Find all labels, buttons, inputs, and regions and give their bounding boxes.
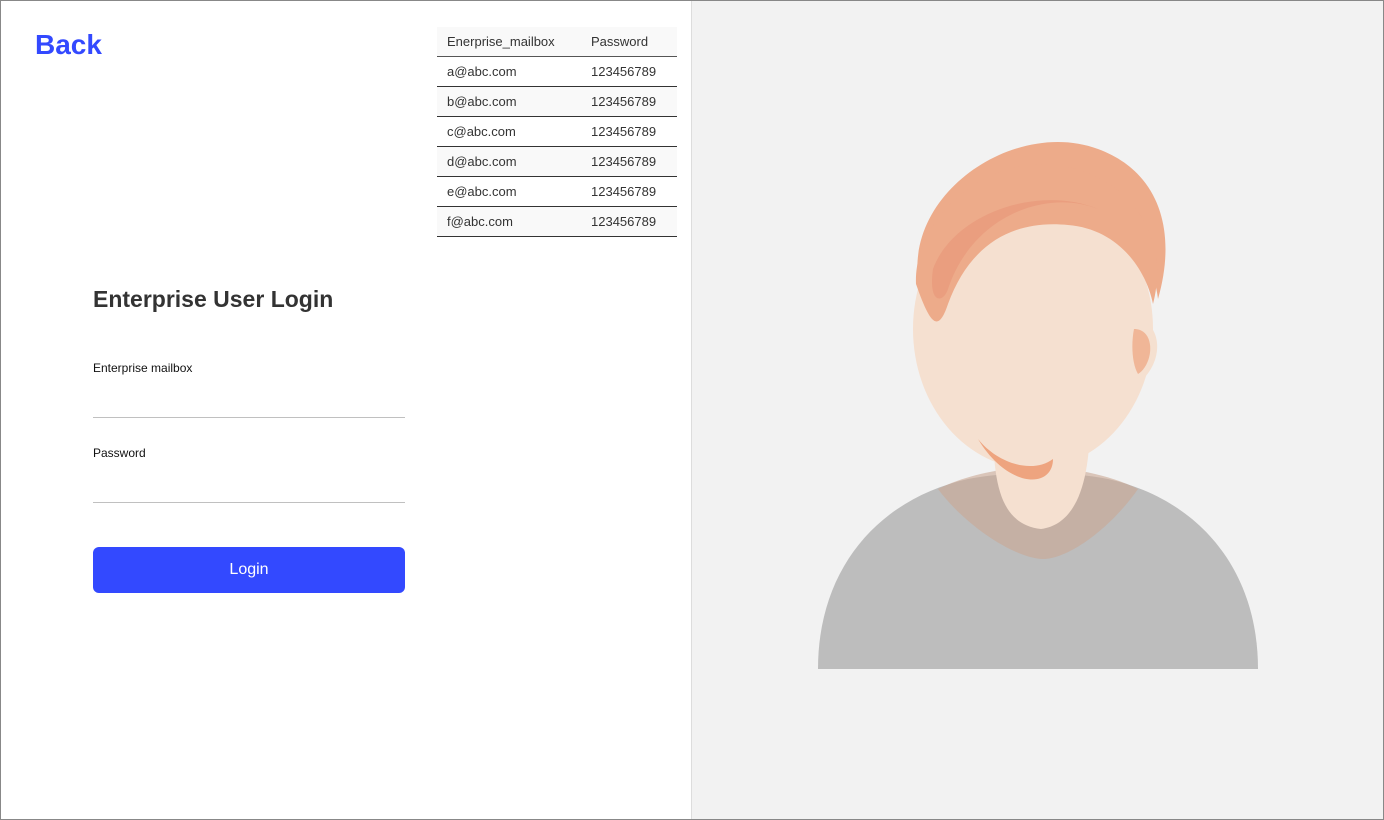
table-row: a@abc.com 123456789: [437, 57, 677, 87]
cell-email: d@abc.com: [437, 147, 581, 177]
right-panel: [692, 1, 1383, 819]
left-panel: Back Enerprise_mailbox Password a@abc.co…: [1, 1, 692, 819]
cell-password: 123456789: [581, 87, 677, 117]
cell-email: b@abc.com: [437, 87, 581, 117]
table-row: b@abc.com 123456789: [437, 87, 677, 117]
table-header-row: Enerprise_mailbox Password: [437, 27, 677, 57]
cell-email: a@abc.com: [437, 57, 581, 87]
avatar-illustration: [798, 129, 1278, 669]
table-row: d@abc.com 123456789: [437, 147, 677, 177]
password-label: Password: [93, 446, 405, 460]
table-row: c@abc.com 123456789: [437, 117, 677, 147]
password-field-group: Password: [93, 446, 405, 503]
column-header-email: Enerprise_mailbox: [437, 27, 581, 57]
back-link[interactable]: Back: [35, 29, 102, 61]
cell-password: 123456789: [581, 207, 677, 237]
cell-password: 123456789: [581, 117, 677, 147]
login-button[interactable]: Login: [93, 547, 405, 593]
cell-email: e@abc.com: [437, 177, 581, 207]
cell-password: 123456789: [581, 147, 677, 177]
email-field-group: Enterprise mailbox: [93, 361, 405, 418]
column-header-password: Password: [581, 27, 677, 57]
cell-email: c@abc.com: [437, 117, 581, 147]
login-form: Enterprise User Login Enterprise mailbox…: [93, 286, 405, 593]
email-field[interactable]: [93, 383, 405, 418]
cell-password: 123456789: [581, 57, 677, 87]
cell-email: f@abc.com: [437, 207, 581, 237]
table-row: f@abc.com 123456789: [437, 207, 677, 237]
table-row: e@abc.com 123456789: [437, 177, 677, 207]
credentials-table: Enerprise_mailbox Password a@abc.com 123…: [437, 27, 677, 237]
login-title: Enterprise User Login: [93, 286, 405, 313]
password-field[interactable]: [93, 468, 405, 503]
email-label: Enterprise mailbox: [93, 361, 405, 375]
cell-password: 123456789: [581, 177, 677, 207]
